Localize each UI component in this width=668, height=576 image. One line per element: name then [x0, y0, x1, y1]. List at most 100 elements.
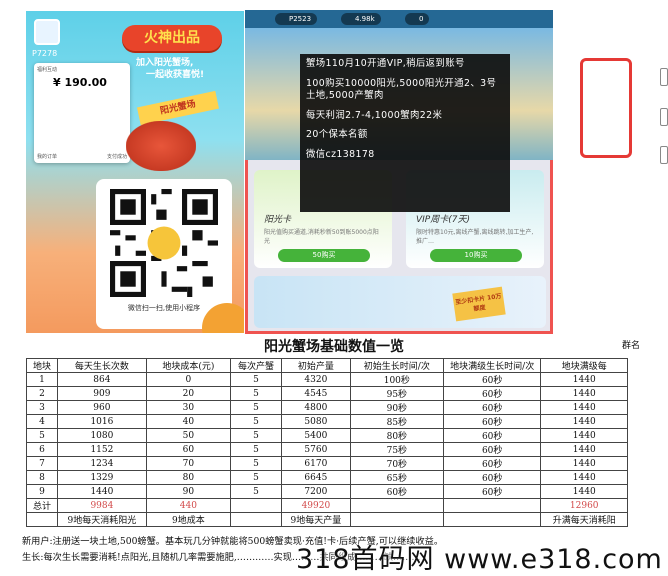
table-row: 3 960 30 5 4800 90秒 60秒 1440 — [25, 400, 628, 415]
table-cell: 5 — [230, 484, 283, 499]
table-row: 6 1152 60 5 5760 75秒 60秒 1440 — [25, 442, 628, 457]
buy-sunshine-button[interactable]: 50购买 — [278, 249, 370, 262]
table-cell: 1329 — [57, 470, 147, 485]
card-desc: 阳光值购买通道,消耗秒新50到账5000点阳光 — [264, 229, 379, 245]
table-cell: 60秒 — [442, 456, 542, 471]
table-cell: 1440 — [540, 442, 628, 457]
table-cell: 6 — [25, 442, 59, 457]
qr-card: 微信扫一扫,使用小程序 — [96, 179, 232, 329]
table-cell: 5 — [230, 456, 283, 471]
highlight-box — [580, 58, 632, 158]
card-title: VIP周卡(7天) — [416, 215, 470, 225]
table-cell: 60秒 — [442, 470, 542, 485]
game-screen: P2523 4.98k 0 阳光卡 阳光值购买通道,消耗秒新50到账5000点阳… — [245, 10, 553, 334]
table-cell: 5 — [230, 414, 283, 429]
notice-line: 微信cz138178 — [306, 148, 375, 160]
table-cell: 5 — [25, 428, 59, 443]
table-cell: 90 — [145, 484, 232, 499]
gem-stat: 0 — [405, 13, 430, 25]
pay-status: 支付成功 — [106, 154, 127, 160]
table-body: 1 864 0 5 4320 100秒 60秒 1440 2 909 20 5 4545 95秒 60秒 14… — [25, 372, 628, 527]
table-cell: 1440 — [540, 386, 628, 401]
table-cell: 70 — [145, 456, 232, 471]
crab-illustration — [126, 121, 196, 171]
card-desc: 限时特惠10元,离线产蟹,离线跳转,加工生产,推广… — [416, 229, 534, 245]
table-row: 1 864 0 5 4320 100秒 60秒 1440 — [25, 372, 628, 387]
buy-vip-button[interactable]: 10购买 — [430, 249, 522, 262]
table-cell: 9 — [25, 484, 59, 499]
table-cell: 5760 — [281, 442, 351, 457]
total-cell — [442, 498, 542, 513]
table-cell: 60秒 — [442, 372, 542, 387]
table-cell: 1234 — [57, 456, 147, 471]
column-header: 初始产量 — [281, 358, 351, 373]
table-cell: 70秒 — [349, 456, 444, 471]
table-cell: 7 — [25, 456, 59, 471]
notice-overlay: 蟹场110月10开通VIP,稍后返到账号 100购买10000阳光,5000阳光… — [300, 54, 510, 212]
notice-line: 20个保本名额 — [306, 129, 368, 141]
table-cell: 864 — [57, 372, 147, 387]
total-cell — [349, 498, 444, 513]
column-header: 每次产蟹 — [230, 358, 283, 373]
side-button[interactable] — [660, 68, 668, 86]
table-cell: 6170 — [281, 456, 351, 471]
table-cell: 909 — [57, 386, 147, 401]
table-cell: 90秒 — [349, 400, 444, 415]
table-row: 8 1329 80 5 6645 65秒 60秒 1440 — [25, 470, 628, 485]
table-cell: 2 — [25, 386, 59, 401]
table-cell: 0 — [145, 372, 232, 387]
status-bar: P2523 4.98k 0 — [245, 10, 553, 28]
table-cell: 960 — [57, 400, 147, 415]
column-header: 地块满级每 — [540, 358, 628, 373]
total-cell: 49920 — [281, 498, 351, 513]
table-cell: 60秒 — [442, 484, 542, 499]
table-cell: 1440 — [57, 484, 147, 499]
column-header: 初始生长时间/次 — [349, 358, 444, 373]
table-header-row: 地块 每天生长次数 地块成本(元) 每次产蟹 初始产量 初始生长时间/次 地块满级生长时间/… — [25, 358, 628, 373]
table-cell: 1152 — [57, 442, 147, 457]
table-cell: 60秒 — [442, 442, 542, 457]
player-id-stat: P2523 — [275, 13, 318, 25]
table-cell: 5 — [230, 386, 283, 401]
table-cell: 75秒 — [349, 442, 444, 457]
table-cell: 65秒 — [349, 470, 444, 485]
footer-cell: 9地每天产量 — [281, 512, 351, 527]
payment-amount: ¥ 190.00 — [53, 76, 107, 89]
promo-poster: P7278 火神出品 加入阳光蟹场, 一起收获喜悦! 福利互动 ¥ 190.00… — [26, 11, 244, 333]
payment-card: 福利互动 ¥ 190.00 我的订单 支付成功 — [34, 63, 130, 163]
total-cell: 总计 — [25, 498, 59, 513]
table-cell: 1016 — [57, 414, 147, 429]
avatar — [34, 19, 60, 45]
table-cell: 5400 — [281, 428, 351, 443]
side-button[interactable] — [660, 146, 668, 164]
card-title: 阳光卡 — [264, 215, 292, 225]
footer-cell: 9地每天消耗阳光 — [57, 512, 147, 527]
total-cell — [230, 498, 283, 513]
column-header: 每天生长次数 — [57, 358, 147, 373]
merchant-name: 福利互动 — [37, 67, 58, 73]
table-cell: 1440 — [540, 470, 628, 485]
qr-code[interactable] — [110, 189, 218, 297]
table-cell: 60秒 — [442, 414, 542, 429]
column-header: 地块满级生长时间/次 — [442, 358, 542, 373]
side-label: 群名 — [622, 341, 641, 351]
footer-row: 9地每天消耗阳光 9地成本 9地每天产量 升满每天消耗阳 — [25, 512, 628, 527]
column-header: 地块 — [25, 358, 59, 373]
table-cell: 4320 — [281, 372, 351, 387]
orders-link[interactable]: 我的订单 — [37, 153, 57, 160]
table-cell: 8 — [25, 470, 59, 485]
brand-title: 火神出品 — [122, 25, 222, 51]
footer-cell — [349, 512, 444, 527]
side-button[interactable] — [660, 108, 668, 126]
table-cell: 60秒 — [442, 400, 542, 415]
ribbon-label: 阳光蟹场 — [137, 90, 219, 126]
table-cell: 5 — [230, 372, 283, 387]
table-cell: 5080 — [281, 414, 351, 429]
notice-line: 蟹场110月10开通VIP,稍后返到账号 — [306, 58, 465, 69]
table-cell: 30 — [145, 400, 232, 415]
notice-line: 每天利润2.7-4,1000蟹肉22米 — [306, 109, 443, 121]
table-row: 7 1234 70 5 6170 70秒 60秒 1440 — [25, 456, 628, 471]
table-title: 阳光蟹场基础数值一览 — [264, 339, 404, 355]
footer-cell: 9地成本 — [145, 512, 232, 527]
total-cell: 9984 — [57, 498, 147, 513]
